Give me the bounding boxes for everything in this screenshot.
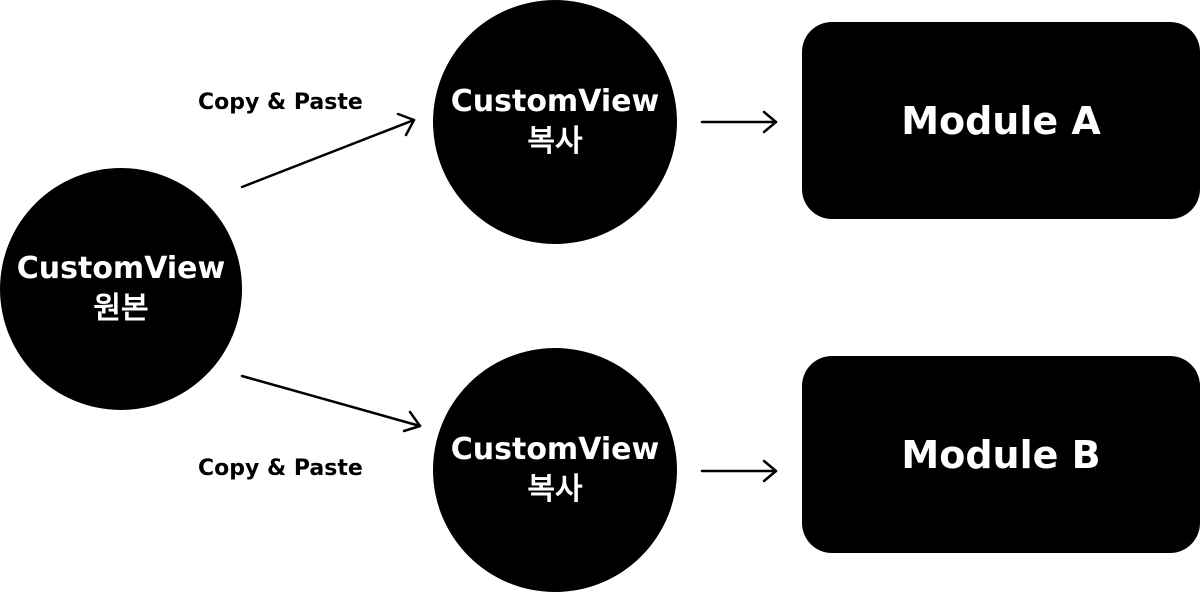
node-original-title: CustomView xyxy=(16,251,226,286)
node-copy-bottom-title: CustomView xyxy=(450,432,660,467)
node-module-b-label: Module B xyxy=(901,432,1101,477)
node-customview-original: CustomView 원본 xyxy=(0,168,242,410)
edge-label-bottom: Copy & Paste xyxy=(198,456,363,481)
node-module-b: Module B xyxy=(802,356,1200,553)
node-copy-bottom-subtitle: 복사 xyxy=(527,472,583,507)
node-customview-copy-bottom: CustomView 복사 xyxy=(433,348,677,592)
node-copy-top-subtitle: 복사 xyxy=(527,124,583,159)
node-module-a: Module A xyxy=(802,22,1200,219)
edge-original-to-copy-bottom xyxy=(240,374,422,428)
node-module-a-label: Module A xyxy=(901,98,1101,143)
edge-original-to-copy-top xyxy=(240,118,416,189)
edge-label-top: Copy & Paste xyxy=(198,90,363,115)
node-original-subtitle: 원본 xyxy=(93,291,149,326)
node-copy-top-title: CustomView xyxy=(450,84,660,119)
node-customview-copy-top: CustomView 복사 xyxy=(433,0,677,244)
